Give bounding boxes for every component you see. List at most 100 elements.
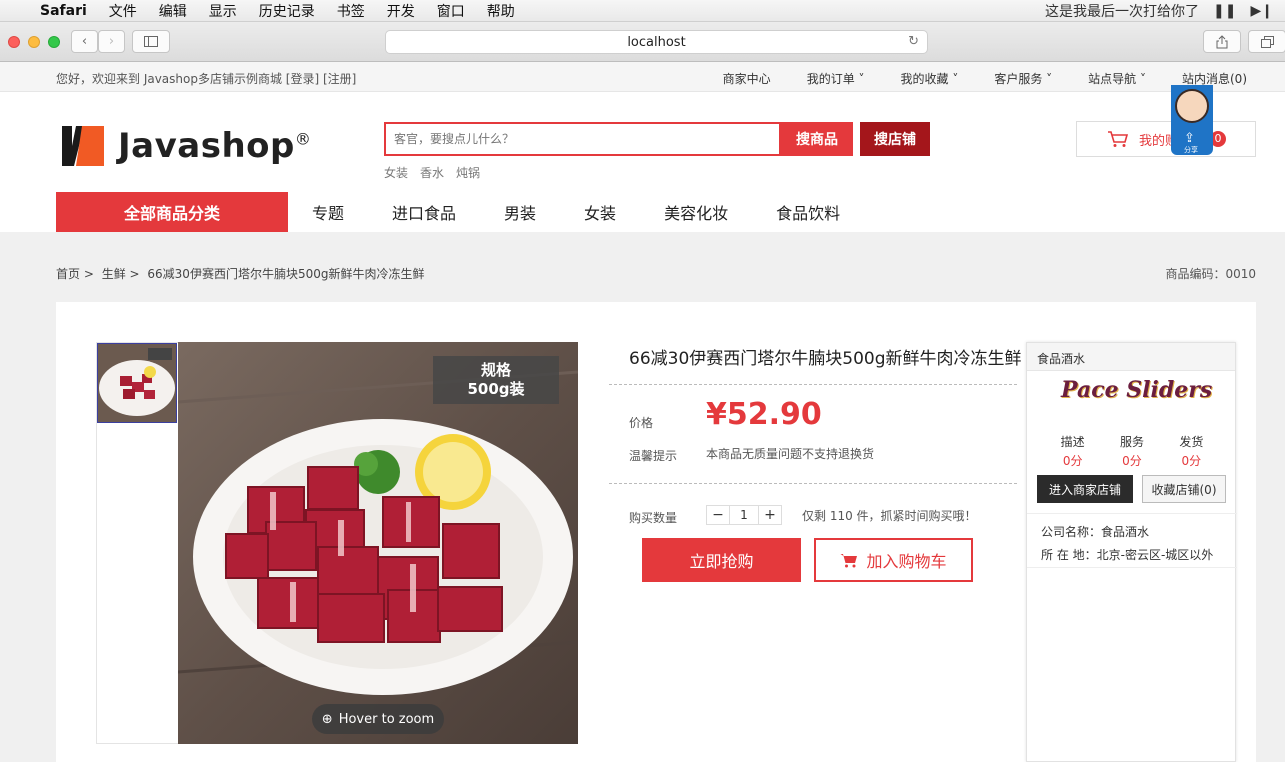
hot-keywords: 女装 香水 炖锅: [384, 164, 480, 181]
nav-item-menswear[interactable]: 男装: [504, 200, 536, 224]
main-nav: 全部商品分类 专题 进口食品 男装 女装 美容化妆 食品饮料: [0, 192, 1285, 232]
price-label: 价格: [629, 416, 654, 430]
hotword-link[interactable]: 炖锅: [456, 164, 480, 181]
zoom-plus-icon: ⊕: [321, 711, 333, 727]
os-menubar: Safari 文件 编辑 显示 历史记录 书签 开发 窗口 帮助 这是我最后一次…: [0, 0, 1285, 22]
logo-text: Javashop®: [118, 126, 312, 166]
buy-now-button[interactable]: 立即抢购: [642, 538, 801, 582]
nav-item-beauty[interactable]: 美容化妆: [664, 200, 728, 224]
share-button[interactable]: [1203, 30, 1241, 53]
shop-card: 食品酒水 Pace Sliders 描述 0分 服务 0分 发货 0分 进入商家店铺 …: [1026, 342, 1237, 762]
divider: [609, 483, 1017, 484]
url-text: localhost: [627, 34, 686, 50]
breadcrumb-category[interactable]: 生鲜 >: [102, 267, 140, 281]
minimize-window-icon[interactable]: [28, 36, 40, 48]
tabs-overview-button[interactable]: [1248, 30, 1285, 53]
stock-text: 仅剩 110 件，抓紧时间购买哦！: [802, 509, 977, 523]
decrease-button[interactable]: −: [707, 506, 729, 524]
hotword-link[interactable]: 香水: [420, 164, 444, 181]
sidebar-icon: [144, 36, 158, 47]
pause-icon[interactable]: ❚❚: [1213, 3, 1236, 19]
search-input[interactable]: [386, 124, 779, 154]
share-arrow-icon: ⇪: [1184, 131, 1195, 146]
close-window-icon[interactable]: [8, 36, 20, 48]
quantity-stepper: − 1 +: [706, 505, 782, 525]
shop-name[interactable]: 食品酒水: [1027, 343, 1235, 371]
menu-view[interactable]: 显示: [209, 1, 237, 21]
search-goods-button[interactable]: 搜商品: [781, 122, 853, 156]
my-favorites-link[interactable]: 我的收藏 ˅: [901, 70, 959, 87]
my-orders-link[interactable]: 我的订单 ˅: [807, 70, 865, 87]
search-shop-button[interactable]: 搜店铺: [860, 122, 930, 156]
menu-app[interactable]: Safari: [40, 3, 87, 19]
product-title: 66减30伊赛西门塔尔牛腩块500g新鲜牛肉冷冻生鲜: [629, 349, 1022, 369]
nav-item-imported-food[interactable]: 进口食品: [392, 200, 456, 224]
thumbnail-list: [96, 342, 178, 744]
forward-button[interactable]: ›: [98, 30, 125, 53]
nav-item-food-drinks[interactable]: 食品饮料: [776, 200, 840, 224]
sidebar-toggle-button[interactable]: [132, 30, 170, 53]
menu-edit[interactable]: 编辑: [159, 1, 187, 21]
shop-scores: 描述 0分 服务 0分 发货 0分: [1027, 433, 1237, 469]
breadcrumb: 首页 > 生鲜 > 66减30伊赛西门塔尔牛腩块500g新鲜牛肉冷冻生鲜: [56, 265, 428, 282]
menu-window[interactable]: 窗口: [437, 1, 465, 21]
breadcrumb-current: 66减30伊赛西门塔尔牛腩块500g新鲜牛肉冷冻生鲜: [147, 267, 425, 281]
enter-shop-button[interactable]: 进入商家店铺: [1037, 475, 1133, 503]
score-item: 服务 0分: [1119, 435, 1144, 468]
quantity-input[interactable]: 1: [729, 506, 759, 524]
share-widget[interactable]: ⇪ 分享: [1171, 85, 1213, 155]
menu-bookmarks[interactable]: 书签: [337, 1, 365, 21]
product-price: ¥52.90: [706, 397, 822, 432]
add-to-cart-button[interactable]: 加入购物车: [814, 538, 973, 582]
hotword-link[interactable]: 女装: [384, 164, 408, 181]
menu-file[interactable]: 文件: [109, 1, 137, 21]
product-thumbnail[interactable]: [97, 343, 177, 423]
zoom-window-icon[interactable]: [48, 36, 60, 48]
cart-icon: [1108, 131, 1129, 147]
now-playing-text[interactable]: 这是我最后一次打给你了: [1045, 1, 1199, 21]
score-item: 发货 0分: [1179, 435, 1204, 468]
cart-icon: [840, 553, 858, 567]
nav-item-topics[interactable]: 专题: [312, 200, 344, 224]
divider: [609, 384, 1017, 385]
product-panel: 规格 500g装 ⊕ Hover to zoom 66减30伊赛西门塔尔牛腩块5…: [56, 302, 1256, 762]
customer-service-link[interactable]: 客户服务 ˅: [994, 70, 1052, 87]
divider: [1027, 567, 1237, 568]
mascot-avatar-icon: [1175, 89, 1209, 123]
tabs-icon: [1260, 35, 1274, 48]
site-topbar: 您好，欢迎来到 Javashop多店铺示例商城 [登录] [注册] 商家中心 我…: [0, 62, 1285, 92]
back-button[interactable]: ‹: [71, 30, 98, 53]
share-label: 分享: [1184, 146, 1198, 154]
share-icon: [1216, 34, 1228, 48]
score-item: 描述 0分: [1060, 435, 1085, 468]
menu-history[interactable]: 历史记录: [259, 1, 315, 21]
welcome-text[interactable]: 您好，欢迎来到 Javashop多店铺示例商城 [登录] [注册]: [56, 70, 356, 87]
reload-icon[interactable]: ↻: [908, 34, 919, 49]
tip-label: 温馨提示: [629, 449, 678, 463]
shop-location: 所 在 地：北京-密云区-城区以外: [1041, 548, 1214, 562]
address-bar[interactable]: localhost ↻: [385, 30, 928, 54]
shop-logo[interactable]: Pace Sliders: [1061, 377, 1212, 403]
nav-item-womenswear[interactable]: 女装: [584, 200, 616, 224]
next-track-icon[interactable]: ▶❙: [1251, 3, 1274, 19]
zoom-hint: ⊕ Hover to zoom: [312, 704, 444, 734]
favorite-shop-button[interactable]: 收藏店铺(0): [1142, 475, 1226, 503]
site-nav-link[interactable]: 站点导航 ˅: [1088, 70, 1146, 87]
goods-code: 商品编码：0010: [1165, 267, 1256, 281]
site-logo[interactable]: Javashop®: [60, 124, 311, 168]
divider: [1027, 513, 1237, 514]
company-name: 公司名称：食品酒水: [1041, 525, 1150, 539]
product-main-image[interactable]: 规格 500g装 ⊕ Hover to zoom: [178, 342, 578, 744]
menu-develop[interactable]: 开发: [387, 1, 415, 21]
all-categories-button[interactable]: 全部商品分类: [56, 192, 288, 232]
spec-tag: 规格 500g装: [433, 356, 559, 404]
mini-cart-button[interactable]: 我的购物车 0: [1076, 121, 1256, 157]
menu-help[interactable]: 帮助: [487, 1, 515, 21]
increase-button[interactable]: +: [759, 506, 781, 524]
browser-toolbar: ‹ › localhost ↻: [0, 22, 1285, 62]
tip-text: 本商品无质量问题不支持退换货: [706, 447, 875, 461]
breadcrumb-home[interactable]: 首页 >: [56, 267, 94, 281]
quantity-label: 购买数量: [629, 511, 678, 525]
search-box: [384, 122, 781, 156]
seller-center-link[interactable]: 商家中心: [723, 70, 771, 87]
